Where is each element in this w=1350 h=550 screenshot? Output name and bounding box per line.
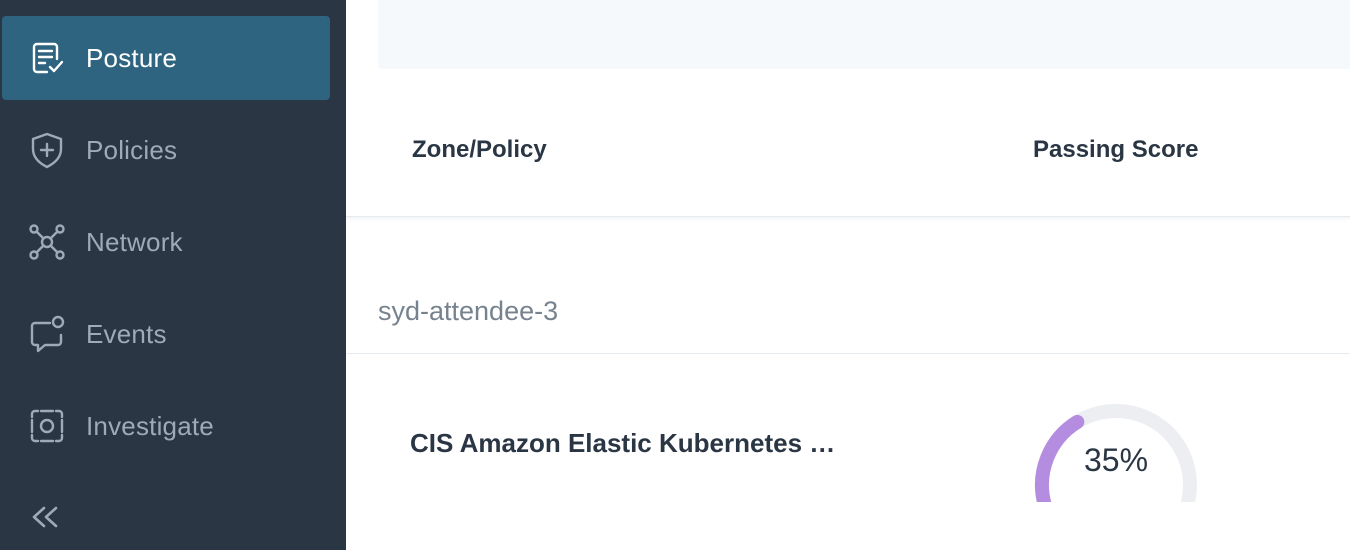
top-banner <box>378 0 1350 69</box>
table-header: Zone/Policy Passing Score <box>346 84 1350 217</box>
sidebar-item-events[interactable]: Events <box>2 292 330 376</box>
app-root: Posture Policies Network Events Investig… <box>0 0 1350 550</box>
policy-name[interactable]: CIS Amazon Elastic Kubernetes Service (E… <box>410 428 840 459</box>
sidebar-item-posture[interactable]: Posture <box>2 16 330 100</box>
sidebar-item-label: Investigate <box>86 410 214 441</box>
main-content: Zone/Policy Passing Score syd-attendee-3… <box>346 0 1350 550</box>
passing-score-value: 35% <box>1083 442 1149 478</box>
chat-bubble-notification-icon <box>28 315 66 353</box>
column-header-zone-policy[interactable]: Zone/Policy <box>412 136 547 164</box>
network-nodes-icon <box>28 223 66 261</box>
sidebar-item-label: Policies <box>86 134 178 165</box>
passing-score-gauge: 35% <box>1032 392 1200 512</box>
sidebar-item-policies[interactable]: Policies <box>2 108 330 192</box>
focus-frame-icon <box>28 407 66 445</box>
collapse-sidebar-button[interactable] <box>28 500 62 534</box>
column-header-passing-score[interactable]: Passing Score <box>1033 136 1198 164</box>
table-row[interactable]: CIS Amazon Elastic Kubernetes Service (E… <box>346 354 1350 550</box>
sidebar: Posture Policies Network Events Investig… <box>0 0 346 550</box>
shield-plus-icon <box>28 131 66 169</box>
zone-group-title: syd-attendee-3 <box>378 296 559 326</box>
sidebar-item-label: Network <box>86 226 183 257</box>
sidebar-item-network[interactable]: Network <box>2 200 330 284</box>
sidebar-item-investigate[interactable]: Investigate <box>2 384 330 468</box>
posture-checklist-icon <box>28 39 66 77</box>
sidebar-item-label: Events <box>86 318 167 349</box>
sidebar-item-label: Posture <box>86 42 178 73</box>
double-chevron-left-icon <box>28 506 62 538</box>
